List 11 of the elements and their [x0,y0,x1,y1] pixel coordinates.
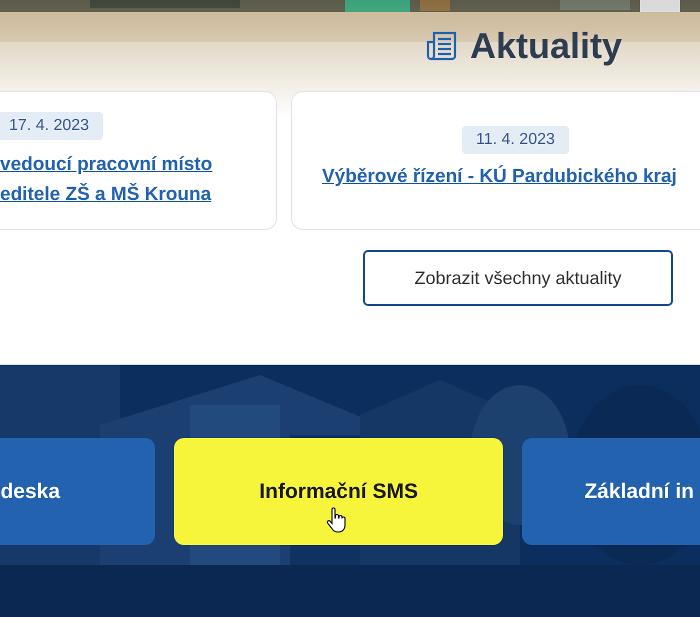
hand-cursor-icon [326,507,346,533]
section-heading: Aktuality [470,26,622,66]
news-link[interactable]: Výběrové řízení - KÚ Pardubického kraj [322,162,700,192]
show-all-button[interactable]: Zobrazit všechny aktuality [363,250,673,306]
quick-link-button[interactable]: Základní in [522,438,700,545]
news-link[interactable]: vedoucí pracovní místo editele ZŠ a MŠ Krouna [0,150,266,210]
newspaper-icon [426,30,458,62]
quick-link-button[interactable]: Informační SMS [174,438,504,545]
quick-link-button[interactable]: deska [0,438,155,545]
date-badge: 17. 4. 2023 [0,112,104,140]
date-badge: 11. 4. 2023 [462,126,569,154]
